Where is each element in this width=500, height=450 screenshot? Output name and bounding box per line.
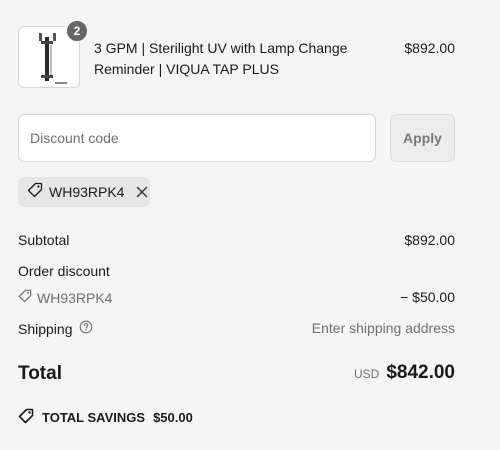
subtotal-label: Subtotal <box>18 232 70 248</box>
currency-code: USD <box>353 367 380 381</box>
order-discount-code: WH93RPK4 <box>18 289 112 306</box>
product-price: $892.00 <box>404 40 455 56</box>
order-discount-code-text: WH93RPK4 <box>37 289 113 306</box>
shipping-label-row: Shipping <box>18 320 93 337</box>
order-discount-value: − $50.00 <box>400 289 455 305</box>
total-value: $842.00 <box>386 362 455 383</box>
total-label: Total <box>18 363 62 384</box>
savings-label: TOTAL SAVINGS <box>42 410 146 425</box>
applied-code-label: WH93RPK4 <box>49 184 125 200</box>
quantity-badge: 2 <box>66 20 88 42</box>
help-icon[interactable] <box>79 320 93 337</box>
total-savings: TOTAL SAVINGS $50.00 <box>18 408 193 427</box>
close-icon[interactable] <box>136 184 148 200</box>
order-discount-label: Order discount <box>18 263 110 279</box>
tag-icon <box>27 182 43 203</box>
discount-code-input[interactable] <box>18 114 376 162</box>
savings-tag-icon <box>18 408 34 427</box>
applied-discount-tag: WH93RPK4 <box>18 177 150 207</box>
tag-icon <box>18 289 32 306</box>
apply-button[interactable]: Apply <box>390 114 455 162</box>
shipping-value: Enter shipping address <box>311 320 455 336</box>
shipping-label: Shipping <box>18 320 73 337</box>
savings-value: $50.00 <box>153 410 193 425</box>
total-amount: USD $842.00 <box>354 362 455 384</box>
product-title: 3 GPM | Sterilight UV with Lamp Change R… <box>94 40 348 77</box>
subtotal-value: $892.00 <box>404 232 455 248</box>
